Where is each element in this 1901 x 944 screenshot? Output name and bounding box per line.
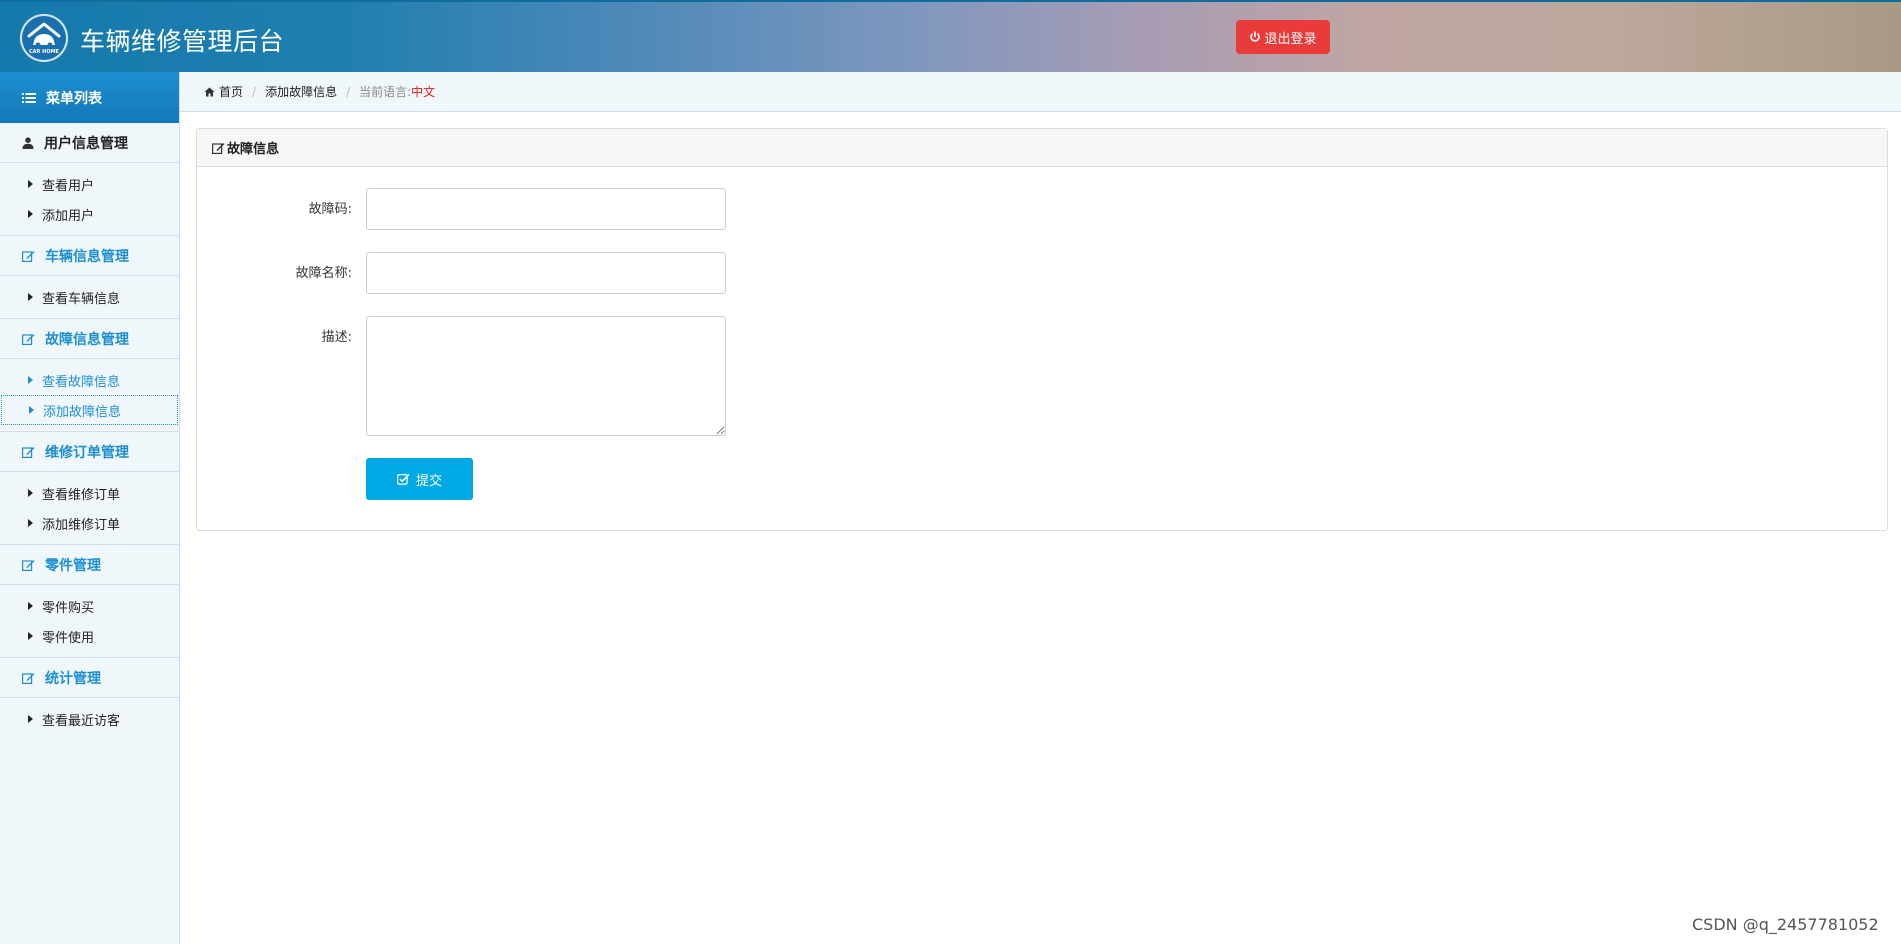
sidebar-group-repair-orders[interactable]: 维修订单管理 (0, 432, 179, 472)
check-square-icon (396, 473, 410, 485)
sidebar-group-statistics[interactable]: 统计管理 (0, 658, 179, 698)
sidebar-group-items: 查看故障信息 添加故障信息 (0, 359, 179, 432)
edit-icon (22, 446, 35, 458)
sidebar-item-label: 添加维修订单 (42, 517, 121, 533)
sidebar-item-view-users[interactable]: 查看用户 (0, 169, 179, 199)
edit-icon (22, 672, 35, 684)
fault-info-panel: 故障信息 故障码: 故障名称: 描述: 提交 (196, 128, 1888, 531)
sidebar-item-parts-usage[interactable]: 零件使用 (0, 621, 179, 651)
description-label: 描述: (321, 330, 352, 345)
sidebar-group-items: 查看用户 添加用户 (0, 163, 179, 236)
sidebar-item-recent-visitors[interactable]: 查看最近访客 (0, 704, 179, 734)
sidebar-item-add-user[interactable]: 添加用户 (0, 199, 179, 229)
breadcrumb-separator: / (346, 84, 351, 99)
user-icon (22, 136, 34, 149)
edit-icon (22, 333, 35, 345)
caret-right-icon (28, 293, 33, 301)
caret-right-icon (28, 180, 33, 188)
sidebar-item-label: 查看用户 (42, 178, 95, 194)
sidebar-item-label: 查看车辆信息 (42, 291, 121, 307)
logo-text: CAR HOME (29, 49, 59, 55)
sidebar-item-view-orders[interactable]: 查看维修订单 (0, 478, 179, 508)
sidebar-item-add-order[interactable]: 添加维修订单 (0, 508, 179, 538)
sidebar-item-label: 添加用户 (42, 208, 95, 224)
caret-right-icon (28, 376, 33, 384)
sidebar-heading-label: 菜单列表 (46, 90, 102, 107)
power-icon (1249, 31, 1261, 43)
list-icon (22, 92, 36, 104)
caret-right-icon (28, 489, 33, 497)
sidebar-group-label: 用户信息管理 (44, 135, 128, 152)
sidebar-item-parts-purchase[interactable]: 零件购买 (0, 591, 179, 621)
sidebar-group-label: 零件管理 (45, 557, 101, 574)
breadcrumb-home-label: 首页 (219, 85, 244, 99)
home-icon (204, 87, 215, 97)
sidebar-group-label: 统计管理 (45, 670, 101, 687)
caret-right-icon (28, 602, 33, 610)
caret-right-icon (28, 519, 33, 527)
sidebar-group-items: 查看最近访客 (0, 698, 179, 740)
edit-icon (22, 250, 35, 262)
description-textarea[interactable] (366, 316, 726, 436)
sidebar-group-label: 车辆信息管理 (45, 248, 129, 265)
sidebar-heading: 菜单列表 (0, 72, 179, 123)
sidebar-item-view-vehicles[interactable]: 查看车辆信息 (0, 282, 179, 312)
breadcrumb-current[interactable]: 添加故障信息 (265, 83, 337, 100)
submit-button[interactable]: 提交 (366, 458, 473, 500)
sidebar-item-label: 添加故障信息 (43, 404, 122, 420)
breadcrumb-separator: / (252, 84, 257, 99)
logout-label: 退出登录 (1264, 31, 1317, 47)
sidebar-group-label: 故障信息管理 (45, 331, 129, 348)
sidebar-group-items: 零件购买 零件使用 (0, 585, 179, 658)
submit-label: 提交 (415, 473, 442, 489)
edit-icon (212, 142, 225, 154)
fault-name-input[interactable] (366, 252, 726, 294)
caret-right-icon (28, 715, 33, 723)
caret-right-icon (29, 406, 34, 414)
language-value[interactable]: 中文 (411, 83, 435, 100)
sidebar-group-items: 查看维修订单 添加维修订单 (0, 472, 179, 545)
edit-icon (22, 559, 35, 571)
caret-right-icon (28, 210, 33, 218)
caret-right-icon (28, 632, 33, 640)
panel-title: 故障信息 (227, 142, 280, 157)
top-header: CAR HOME 车辆维修管理后台 退出登录 (0, 0, 1901, 72)
sidebar-group-fault[interactable]: 故障信息管理 (0, 319, 179, 359)
app-title: 车辆维修管理后台 (80, 27, 285, 56)
breadcrumb-home[interactable]: 首页 (204, 83, 243, 100)
language-label: 当前语言: (359, 85, 412, 99)
breadcrumb: 首页 / 添加故障信息 / 当前语言: 中文 (180, 72, 1901, 112)
sidebar-item-label: 查看最近访客 (42, 713, 121, 729)
sidebar-item-label: 查看故障信息 (42, 374, 121, 390)
sidebar-group-vehicle[interactable]: 车辆信息管理 (0, 236, 179, 276)
sidebar-item-label: 零件使用 (42, 630, 95, 646)
sidebar-item-label: 零件购买 (42, 600, 95, 616)
panel-heading: 故障信息 (197, 129, 1887, 167)
sidebar-item-view-faults[interactable]: 查看故障信息 (0, 365, 179, 395)
fault-name-label: 故障名称: (295, 266, 352, 281)
sidebar: 菜单列表 用户信息管理 查看用户 添加用户 车辆信息管理 查看车辆信息 故障信息… (0, 72, 180, 944)
sidebar-group-items: 查看车辆信息 (0, 276, 179, 319)
sidebar-item-add-fault[interactable]: 添加故障信息 (1, 395, 178, 425)
logout-button[interactable]: 退出登录 (1236, 20, 1330, 54)
sidebar-group-user[interactable]: 用户信息管理 (0, 123, 179, 163)
sidebar-item-label: 查看维修订单 (42, 487, 121, 503)
fault-code-label: 故障码: (308, 202, 352, 217)
csdn-watermark: CSDN @q_2457781052 (1692, 915, 1879, 934)
sidebar-group-parts[interactable]: 零件管理 (0, 545, 179, 585)
car-home-logo: CAR HOME (20, 14, 68, 62)
sidebar-group-label: 维修订单管理 (45, 444, 129, 461)
fault-code-input[interactable] (366, 188, 726, 230)
